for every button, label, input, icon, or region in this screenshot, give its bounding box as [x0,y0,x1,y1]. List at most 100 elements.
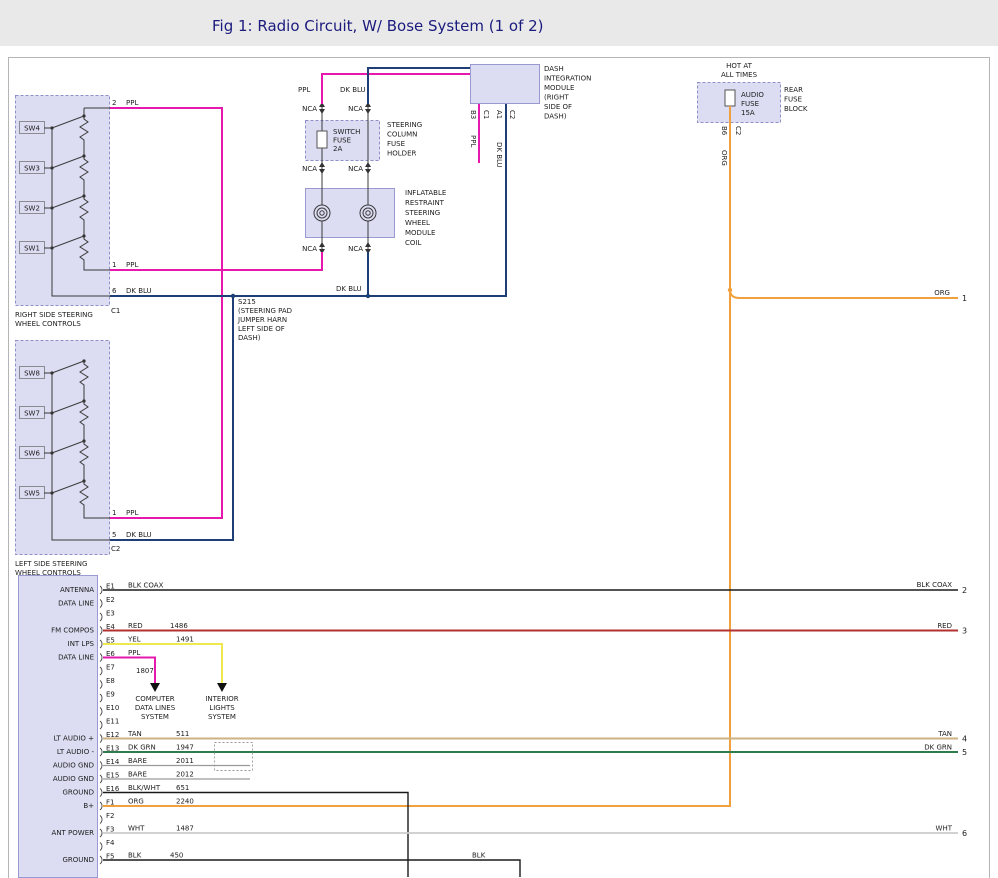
nca-label-1: NCA [302,105,317,113]
pin-e6: E6 [106,650,115,658]
f5-circuit: 450 [170,852,183,860]
pin-e1: E1 [106,583,115,591]
e14-circuit: 2011 [176,757,194,765]
pin-e3: E3 [106,610,115,618]
e1-color: BLK COAX [128,582,164,590]
e5-color: YEL [127,636,141,644]
audio-fuse-element [725,90,735,106]
s215-splice-dot [231,294,235,298]
dim-pin-b3: B3 [469,110,477,119]
ppl-top-wire-label: PPL [298,86,310,94]
pin-e16: E16 [106,785,120,793]
pin-e15: E15 [106,772,119,780]
f5-mid-color-label: BLK [472,852,486,860]
dim-line4: (RIGHT [544,94,569,102]
pin-e8: E8 [106,677,115,685]
f3-color: WHT [128,825,145,833]
pin-e5: E5 [106,637,115,645]
e14-color: BARE [128,757,147,765]
dim-pin-a1: A1 [495,110,503,119]
coil-line2: RESTRAINT [405,199,445,207]
dkgrn-right-label: DK GRN [924,744,952,752]
e13-circuit: 1947 [176,744,194,752]
e13-color: DK GRN [128,744,156,752]
sw5-label: SW5 [24,490,40,498]
org-junction-dot [728,288,732,292]
dim-line1: DASH [544,65,564,73]
f1-circuit: 2240 [176,798,194,806]
sw7-label: SW7 [24,410,40,418]
wht-right-label: WHT [936,825,953,833]
func-ground-2: GROUND [62,856,94,864]
sw1-label: SW1 [24,245,40,253]
func-ground-1: GROUND [62,789,94,797]
pin-e12: E12 [106,731,119,739]
sw3-label: SW3 [24,165,40,173]
func-audio-gnd-2: AUDIO GND [53,775,94,783]
org-right-label: ORG [934,289,950,297]
e15-circuit: 2012 [176,771,194,779]
audio-fuse-line2: FUSE [741,100,759,108]
s215-line4: DASH) [238,334,261,342]
sw8-label: SW8 [24,370,40,378]
dim-line2: INTEGRATION [544,75,591,83]
right-pin2-number: 2 [112,99,116,107]
tan-ref: 4 [962,735,967,744]
title-bar: Fig 1: Radio Circuit, W/ Bose System (1 … [0,0,998,46]
dim-wire1-label: PPL [469,135,477,147]
pin-f2: F2 [106,812,114,820]
coil-line5: MODULE [405,229,435,237]
pin-e7: E7 [106,664,115,672]
dkblu-mid-wire-label: DK BLU [336,285,362,293]
computer-system-line2: DATA LINES [135,704,176,712]
dim-conn-c2: C2 [508,110,516,119]
e6-circuit: 1807 [136,667,154,675]
e4-circuit: 1486 [170,622,188,630]
sw2-label: SW2 [24,205,40,213]
computer-system-line1: COMPUTER [135,695,174,703]
coil-line3: STEERING [405,209,440,217]
func-data-line-1: DATA LINE [58,600,94,608]
hot-at-label: HOT AT [726,62,753,70]
right-controls-caption-2: WHEEL CONTROLS [15,320,81,328]
right-pin2-color: PPL [126,99,138,107]
left-pin5-number: 5 [112,531,116,539]
s215-line1: (STEERING PAD [238,307,292,315]
red-ref: 3 [962,627,967,636]
pin-f3: F3 [106,826,114,834]
dkblu-junction-dot [366,294,370,298]
nca-label-6: NCA [348,245,363,253]
e4-color: RED [128,622,143,630]
right-pin6-color: DK BLU [126,287,152,295]
rear-fuse-block-line3: BLOCK [784,105,808,113]
right-pin6-number: 6 [112,287,117,295]
page-title: Fig 1: Radio Circuit, W/ Bose System (1 … [212,17,544,35]
pin-f1: F1 [106,799,114,807]
pin-e13: E13 [106,745,119,753]
sw4-label: SW4 [24,125,40,133]
coil-line1: INFLATABLE [405,189,446,197]
pin-e9: E9 [106,691,115,699]
s215-line2: JUMPER HARN [237,316,287,324]
nca-label-4: NCA [348,165,363,173]
rear-fuse-block-box [698,83,781,123]
fuse-holder-line4: HOLDER [387,150,416,158]
interior-lights-line1: INTERIOR [205,695,238,703]
func-lt-audio-minus: LT AUDIO - [57,748,95,756]
left-pin5-color: DK BLU [126,531,152,539]
e6-color: PPL [128,649,140,657]
nca-label-3: NCA [302,165,317,173]
switch-fuse-line2: FUSE [333,137,351,145]
pin-f5: F5 [106,853,114,861]
tan-right-label: TAN [937,730,952,738]
fuse-pin-b6: B6 [720,126,728,136]
fuse-conn-c2: C2 [734,126,742,135]
e15-color: BARE [128,771,147,779]
pin-f4: F4 [106,839,115,847]
org-ref: 1 [962,294,967,303]
right-controls-caption-1: RIGHT SIDE STEERING [15,311,93,319]
wht-ref: 6 [962,829,967,838]
sw6-label: SW6 [24,450,40,458]
f5-color: BLK [128,852,142,860]
nca-label-5: NCA [302,245,317,253]
